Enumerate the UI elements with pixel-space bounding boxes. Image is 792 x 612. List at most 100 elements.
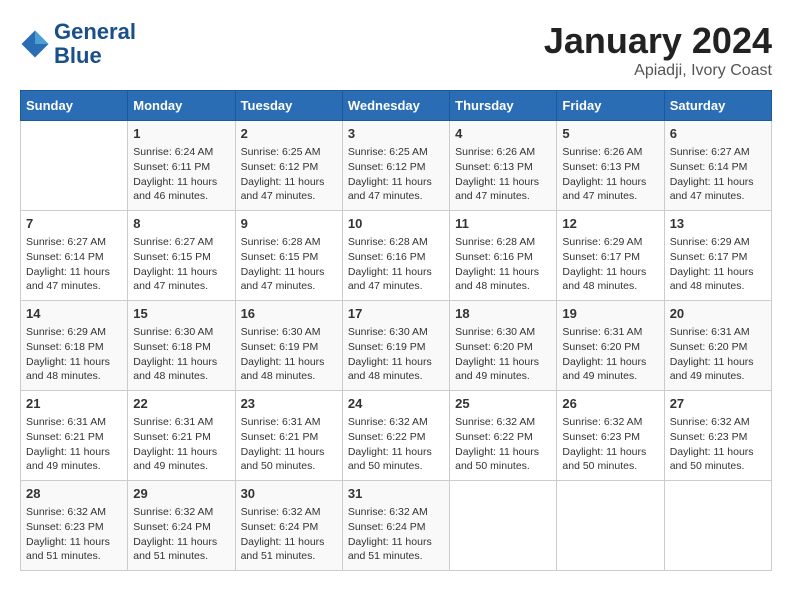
- calendar-cell: 20 Sunrise: 6:31 AM Sunset: 6:20 PM Dayli…: [664, 301, 771, 391]
- day-number: 10: [348, 215, 444, 233]
- day-number: 3: [348, 125, 444, 143]
- day-info: Sunrise: 6:26 AM Sunset: 6:13 PM Dayligh…: [562, 145, 658, 204]
- day-info: Sunrise: 6:32 AM Sunset: 6:23 PM Dayligh…: [562, 415, 658, 474]
- day-info: Sunrise: 6:32 AM Sunset: 6:23 PM Dayligh…: [26, 505, 122, 564]
- day-number: 23: [241, 395, 337, 413]
- day-info: Sunrise: 6:25 AM Sunset: 6:12 PM Dayligh…: [348, 145, 444, 204]
- day-number: 31: [348, 485, 444, 503]
- day-number: 28: [26, 485, 122, 503]
- day-info: Sunrise: 6:29 AM Sunset: 6:17 PM Dayligh…: [670, 235, 766, 294]
- calendar-header: SundayMondayTuesdayWednesdayThursdayFrid…: [21, 91, 772, 121]
- day-info: Sunrise: 6:28 AM Sunset: 6:16 PM Dayligh…: [455, 235, 551, 294]
- logo-icon: [20, 29, 50, 59]
- header-day: Thursday: [450, 91, 557, 121]
- day-info: Sunrise: 6:27 AM Sunset: 6:15 PM Dayligh…: [133, 235, 229, 294]
- month-title: January 2024: [544, 20, 772, 62]
- day-number: 8: [133, 215, 229, 233]
- day-info: Sunrise: 6:32 AM Sunset: 6:24 PM Dayligh…: [133, 505, 229, 564]
- calendar-table: SundayMondayTuesdayWednesdayThursdayFrid…: [20, 90, 772, 571]
- day-info: Sunrise: 6:30 AM Sunset: 6:18 PM Dayligh…: [133, 325, 229, 384]
- day-info: Sunrise: 6:31 AM Sunset: 6:20 PM Dayligh…: [562, 325, 658, 384]
- day-info: Sunrise: 6:27 AM Sunset: 6:14 PM Dayligh…: [26, 235, 122, 294]
- calendar-cell: 6 Sunrise: 6:27 AM Sunset: 6:14 PM Daylig…: [664, 121, 771, 211]
- calendar-cell: 15 Sunrise: 6:30 AM Sunset: 6:18 PM Dayli…: [128, 301, 235, 391]
- calendar-cell: 4Sunrise: 6:26 AM Sunset: 6:13 PM Daylig…: [450, 121, 557, 211]
- day-info: Sunrise: 6:32 AM Sunset: 6:24 PM Dayligh…: [241, 505, 337, 564]
- calendar-cell: 21Sunrise: 6:31 AM Sunset: 6:21 PM Dayli…: [21, 391, 128, 481]
- day-number: 1: [133, 125, 229, 143]
- logo-line1: General: [54, 20, 136, 44]
- calendar-cell: 19Sunrise: 6:31 AM Sunset: 6:20 PM Dayli…: [557, 301, 664, 391]
- day-number: 21: [26, 395, 122, 413]
- calendar-cell: [664, 481, 771, 571]
- day-info: Sunrise: 6:30 AM Sunset: 6:19 PM Dayligh…: [348, 325, 444, 384]
- day-info: Sunrise: 6:30 AM Sunset: 6:19 PM Dayligh…: [241, 325, 337, 384]
- calendar-cell: 9 Sunrise: 6:28 AM Sunset: 6:15 PM Daylig…: [235, 211, 342, 301]
- day-number: 16: [241, 305, 337, 323]
- day-number: 30: [241, 485, 337, 503]
- calendar-week: 14 Sunrise: 6:29 AM Sunset: 6:18 PM Dayli…: [21, 301, 772, 391]
- day-info: Sunrise: 6:29 AM Sunset: 6:18 PM Dayligh…: [26, 325, 122, 384]
- header-day: Friday: [557, 91, 664, 121]
- day-number: 24: [348, 395, 444, 413]
- header-day: Saturday: [664, 91, 771, 121]
- day-info: Sunrise: 6:32 AM Sunset: 6:22 PM Dayligh…: [348, 415, 444, 474]
- day-info: Sunrise: 6:27 AM Sunset: 6:14 PM Dayligh…: [670, 145, 766, 204]
- day-info: Sunrise: 6:32 AM Sunset: 6:23 PM Dayligh…: [670, 415, 766, 474]
- calendar-cell: 13Sunrise: 6:29 AM Sunset: 6:17 PM Dayli…: [664, 211, 771, 301]
- calendar-cell: 26 Sunrise: 6:32 AM Sunset: 6:23 PM Dayli…: [557, 391, 664, 481]
- day-number: 20: [670, 305, 766, 323]
- day-number: 11: [455, 215, 551, 233]
- calendar-cell: 7Sunrise: 6:27 AM Sunset: 6:14 PM Daylig…: [21, 211, 128, 301]
- calendar-cell: 12 Sunrise: 6:29 AM Sunset: 6:17 PM Dayli…: [557, 211, 664, 301]
- header-day: Sunday: [21, 91, 128, 121]
- page-header: General Blue January 2024 Apiadji, Ivory…: [20, 20, 772, 80]
- calendar-cell: 8 Sunrise: 6:27 AM Sunset: 6:15 PM Daylig…: [128, 211, 235, 301]
- calendar-week: 1 Sunrise: 6:24 AM Sunset: 6:11 PM Daylig…: [21, 121, 772, 211]
- day-number: 15: [133, 305, 229, 323]
- calendar-cell: 28 Sunrise: 6:32 AM Sunset: 6:23 PM Dayli…: [21, 481, 128, 571]
- day-info: Sunrise: 6:28 AM Sunset: 6:15 PM Dayligh…: [241, 235, 337, 294]
- day-number: 25: [455, 395, 551, 413]
- day-info: Sunrise: 6:28 AM Sunset: 6:16 PM Dayligh…: [348, 235, 444, 294]
- header-day: Wednesday: [342, 91, 449, 121]
- day-info: Sunrise: 6:29 AM Sunset: 6:17 PM Dayligh…: [562, 235, 658, 294]
- day-info: Sunrise: 6:26 AM Sunset: 6:13 PM Dayligh…: [455, 145, 551, 204]
- location: Apiadji, Ivory Coast: [544, 62, 772, 80]
- calendar-cell: [557, 481, 664, 571]
- day-number: 9: [241, 215, 337, 233]
- calendar-cell: 31Sunrise: 6:32 AM Sunset: 6:24 PM Dayli…: [342, 481, 449, 571]
- calendar-cell: 11 Sunrise: 6:28 AM Sunset: 6:16 PM Dayli…: [450, 211, 557, 301]
- day-number: 17: [348, 305, 444, 323]
- day-info: Sunrise: 6:30 AM Sunset: 6:20 PM Dayligh…: [455, 325, 551, 384]
- calendar-week: 28 Sunrise: 6:32 AM Sunset: 6:23 PM Dayli…: [21, 481, 772, 571]
- logo: General Blue: [20, 20, 136, 68]
- logo-line2: Blue: [54, 44, 136, 68]
- calendar-cell: 18Sunrise: 6:30 AM Sunset: 6:20 PM Dayli…: [450, 301, 557, 391]
- day-number: 26: [562, 395, 658, 413]
- calendar-cell: 22Sunrise: 6:31 AM Sunset: 6:21 PM Dayli…: [128, 391, 235, 481]
- day-info: Sunrise: 6:32 AM Sunset: 6:22 PM Dayligh…: [455, 415, 551, 474]
- calendar-cell: [21, 121, 128, 211]
- day-info: Sunrise: 6:31 AM Sunset: 6:21 PM Dayligh…: [241, 415, 337, 474]
- calendar-cell: 3 Sunrise: 6:25 AM Sunset: 6:12 PM Daylig…: [342, 121, 449, 211]
- title-block: January 2024 Apiadji, Ivory Coast: [544, 20, 772, 80]
- day-number: 14: [26, 305, 122, 323]
- day-number: 22: [133, 395, 229, 413]
- calendar-body: 1 Sunrise: 6:24 AM Sunset: 6:11 PM Daylig…: [21, 121, 772, 571]
- day-number: 6: [670, 125, 766, 143]
- day-number: 2: [241, 125, 337, 143]
- day-number: 29: [133, 485, 229, 503]
- day-number: 27: [670, 395, 766, 413]
- calendar-week: 21 Sunrise: 6:31 AM Sunset: 6:21 PM Dayli…: [21, 391, 772, 481]
- header-day: Tuesday: [235, 91, 342, 121]
- day-number: 12: [562, 215, 658, 233]
- header-day: Monday: [128, 91, 235, 121]
- calendar-cell: 2 Sunrise: 6:25 AM Sunset: 6:12 PM Daylig…: [235, 121, 342, 211]
- calendar-cell: 30 Sunrise: 6:32 AM Sunset: 6:24 PM Dayli…: [235, 481, 342, 571]
- day-info: Sunrise: 6:24 AM Sunset: 6:11 PM Dayligh…: [133, 145, 229, 204]
- day-info: Sunrise: 6:31 AM Sunset: 6:20 PM Dayligh…: [670, 325, 766, 384]
- day-info: Sunrise: 6:25 AM Sunset: 6:12 PM Dayligh…: [241, 145, 337, 204]
- calendar-cell: 5Sunrise: 6:26 AM Sunset: 6:13 PM Daylig…: [557, 121, 664, 211]
- calendar-cell: 25 Sunrise: 6:32 AM Sunset: 6:22 PM Dayli…: [450, 391, 557, 481]
